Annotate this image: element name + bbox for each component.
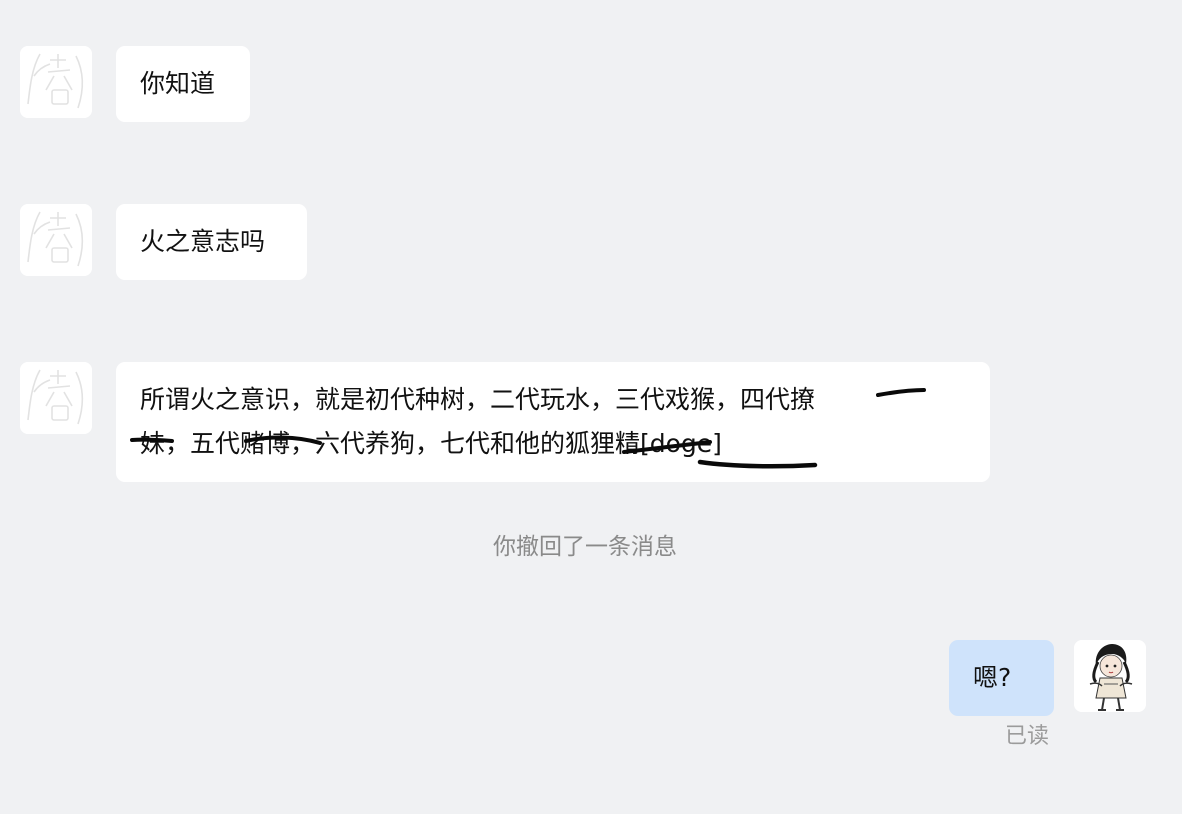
message-text: 嗯? <box>973 663 1012 692</box>
seal-stamp-icon <box>20 362 92 434</box>
read-receipt: 已读 <box>1005 724 1050 749</box>
contact-avatar[interactable] <box>20 204 92 276</box>
message-text-line-1: 所谓火之意识，就是初代种树，二代玩水，三代戏猴，四代撩 <box>140 385 816 414</box>
contact-avatar[interactable] <box>20 46 92 118</box>
contact-avatar[interactable] <box>20 362 92 434</box>
message-text-line-2: 妹，五代赌博，六代养狗，七代和他的狐狸精[doge] <box>140 429 722 458</box>
recall-notice: 你撤回了一条消息 <box>493 534 677 560</box>
my-avatar[interactable] <box>1074 640 1146 712</box>
character-avatar-icon <box>1074 640 1146 712</box>
message-bubble[interactable]: 你知道 <box>116 46 250 122</box>
message-text: 你知道 <box>140 69 216 98</box>
message-bubble[interactable]: 所谓火之意识，就是初代种树，二代玩水，三代戏猴，四代撩 妹，五代赌博，六代养狗，… <box>116 362 990 482</box>
message-text: 火之意志吗 <box>140 227 266 256</box>
seal-stamp-icon <box>20 204 92 276</box>
seal-stamp-icon <box>20 46 92 118</box>
message-bubble-outgoing[interactable]: 嗯? <box>949 640 1054 716</box>
message-bubble[interactable]: 火之意志吗 <box>116 204 307 280</box>
